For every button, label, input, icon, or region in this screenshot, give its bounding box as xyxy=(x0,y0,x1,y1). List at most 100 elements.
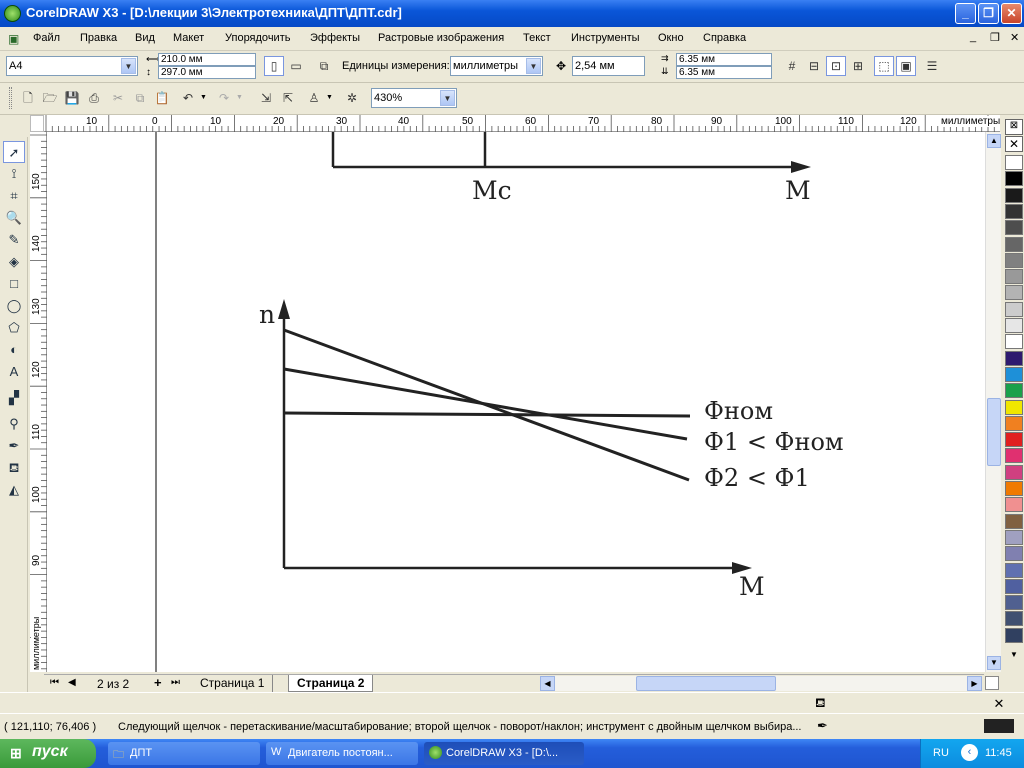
vertical-ruler[interactable]: 150 140 130 120 110 100 90 80 миллиметры xyxy=(30,132,47,672)
color-swatch[interactable] xyxy=(1005,236,1023,252)
app-launcher-icon[interactable]: ♙ xyxy=(304,88,324,108)
undo-icon[interactable]: ↶ xyxy=(178,88,198,108)
color-swatch[interactable] xyxy=(1005,203,1023,219)
chevron-down-icon[interactable]: ▼ xyxy=(526,58,541,74)
last-page-icon[interactable]: ⏭ xyxy=(171,677,180,688)
menu-window[interactable]: Окно xyxy=(658,32,684,44)
zoom-tool-icon[interactable]: 🔍 xyxy=(3,207,25,229)
menu-tools[interactable]: Инструменты xyxy=(571,32,640,44)
menu-edit[interactable]: Правка xyxy=(80,32,117,44)
vertical-scrollbar[interactable]: ▲ ▼ xyxy=(985,132,1001,672)
fill-tool-icon[interactable]: ⛾ xyxy=(3,457,25,479)
color-swatch[interactable] xyxy=(1005,334,1023,350)
color-swatch[interactable] xyxy=(1005,155,1023,170)
landscape-button[interactable]: ▭ xyxy=(286,56,306,76)
treat-as-filled-button[interactable]: ⬚ xyxy=(874,56,894,76)
first-page-icon[interactable]: ⏮ xyxy=(50,677,59,688)
task-folder-dpt[interactable]: 🗀 ДПТ xyxy=(108,742,260,765)
guidelines-snap-button[interactable]: ⊟ xyxy=(804,56,824,76)
color-swatch[interactable] xyxy=(1005,252,1023,268)
curve-phi1[interactable] xyxy=(283,367,688,441)
doc-close-button[interactable]: ✕ xyxy=(1010,31,1019,44)
import-icon[interactable]: ⇲ xyxy=(256,88,276,108)
menu-effects[interactable]: Эффекты xyxy=(310,32,360,44)
color-swatch[interactable] xyxy=(1005,448,1023,464)
color-swatch[interactable] xyxy=(1005,546,1023,562)
navigator-button[interactable] xyxy=(985,676,999,690)
duplicate-y-field[interactable]: 6.35 мм xyxy=(676,66,772,79)
no-color-swatch[interactable]: ✕ xyxy=(1005,136,1023,152)
dynamic-guides-button[interactable]: ⊞ xyxy=(848,56,868,76)
color-swatch[interactable] xyxy=(1005,529,1023,545)
page-tab-1[interactable]: Страница 1 xyxy=(192,675,274,692)
duplicate-x-field[interactable]: 6.35 мм xyxy=(676,53,772,66)
color-swatch[interactable] xyxy=(1005,627,1023,643)
menu-arrange[interactable]: Упорядочить xyxy=(225,32,290,44)
palette-menu-icon[interactable]: ⊠ xyxy=(1005,119,1023,135)
mc-label[interactable]: Мс xyxy=(472,176,512,205)
color-swatch[interactable] xyxy=(1005,301,1023,317)
draw-objects-button[interactable]: ▣ xyxy=(896,56,916,76)
curve-phi-nom[interactable] xyxy=(283,411,691,418)
print-icon[interactable]: ⎙ xyxy=(84,88,104,108)
outline-tool-icon[interactable]: ✒ xyxy=(3,435,25,457)
color-swatch[interactable] xyxy=(1005,432,1023,448)
color-swatch[interactable] xyxy=(1005,562,1023,578)
language-indicator[interactable]: RU xyxy=(933,747,949,759)
color-swatch[interactable] xyxy=(1005,350,1023,366)
menu-view[interactable]: Вид xyxy=(135,32,155,44)
menu-help[interactable]: Справка xyxy=(703,32,746,44)
nudge-distance-field[interactable]: 2,54 мм xyxy=(572,56,645,76)
color-swatch[interactable] xyxy=(1005,611,1023,627)
all-pages-button[interactable]: ⧉ xyxy=(314,56,334,76)
task-coreldraw[interactable]: CorelDRAW X3 - [D:\... xyxy=(424,742,584,765)
polygon-tool-icon[interactable]: ⬠ xyxy=(3,317,25,339)
menu-text[interactable]: Текст xyxy=(523,32,551,44)
options-button[interactable]: ☰ xyxy=(922,56,942,76)
freehand-tool-icon[interactable]: ✎ xyxy=(3,229,25,251)
color-swatch[interactable] xyxy=(1005,383,1023,399)
color-swatch[interactable] xyxy=(1005,220,1023,236)
paste-icon[interactable]: 📋 xyxy=(152,88,172,108)
ellipse-tool-icon[interactable]: ◯ xyxy=(3,295,25,317)
label-phi1[interactable]: Ф1 < Фном xyxy=(704,428,844,456)
document-icon[interactable]: ▣ xyxy=(8,32,19,46)
menu-bitmaps[interactable]: Растровые изображения xyxy=(378,32,504,44)
color-swatch[interactable] xyxy=(1005,171,1023,187)
chevron-down-icon[interactable]: ▼ xyxy=(440,90,455,106)
add-page-icon[interactable]: + xyxy=(154,675,162,690)
color-swatch[interactable] xyxy=(1005,285,1023,301)
grid-snap-button[interactable]: # xyxy=(782,56,802,76)
color-swatch[interactable] xyxy=(1005,318,1023,333)
coreldraw-app-icon[interactable] xyxy=(4,5,21,22)
new-file-icon[interactable]: 🗋 xyxy=(18,88,38,108)
horizontal-scrollbar[interactable]: ◀ ▶ xyxy=(540,676,982,691)
interactive-fill-tool-icon[interactable]: ◭ xyxy=(3,479,25,501)
color-swatch[interactable] xyxy=(1005,269,1023,285)
page-tab-2[interactable]: Страница 2 xyxy=(288,675,374,692)
menu-layout[interactable]: Макет xyxy=(173,32,204,44)
ruler-origin[interactable] xyxy=(30,115,44,132)
prev-page-icon[interactable]: ◀ xyxy=(68,677,76,688)
interactive-blend-tool-icon[interactable]: ▞ xyxy=(3,387,25,409)
objects-snap-button[interactable]: ⊡ xyxy=(826,56,846,76)
copy-icon[interactable]: ⧉ xyxy=(130,88,150,108)
text-tool-icon[interactable]: A xyxy=(3,361,25,383)
x-axis-label[interactable]: М xyxy=(739,572,765,601)
shape-tool-icon[interactable]: ⟟ xyxy=(3,163,25,185)
scroll-left-icon[interactable]: ◀ xyxy=(540,676,555,691)
task-word-document[interactable]: W Двигатель постоян... xyxy=(266,742,418,765)
label-phi-nom[interactable]: Фном xyxy=(704,397,773,425)
outline-color-indicator[interactable] xyxy=(984,719,1014,733)
color-swatch[interactable] xyxy=(1005,464,1023,480)
chevron-down-icon[interactable]: ▼ xyxy=(200,94,207,101)
corel-online-icon[interactable]: ✲ xyxy=(342,88,362,108)
scroll-right-icon[interactable]: ▶ xyxy=(967,676,982,691)
color-swatch[interactable] xyxy=(1005,187,1023,203)
scroll-up-icon[interactable]: ▲ xyxy=(987,134,1001,148)
minimize-button[interactable]: _ xyxy=(955,3,976,24)
start-button[interactable]: ⊞ пуск xyxy=(0,739,96,768)
color-swatch[interactable] xyxy=(1005,497,1023,513)
paper-size-select[interactable]: A4 xyxy=(6,56,138,76)
doc-minimize-button[interactable]: _ xyxy=(970,31,976,43)
